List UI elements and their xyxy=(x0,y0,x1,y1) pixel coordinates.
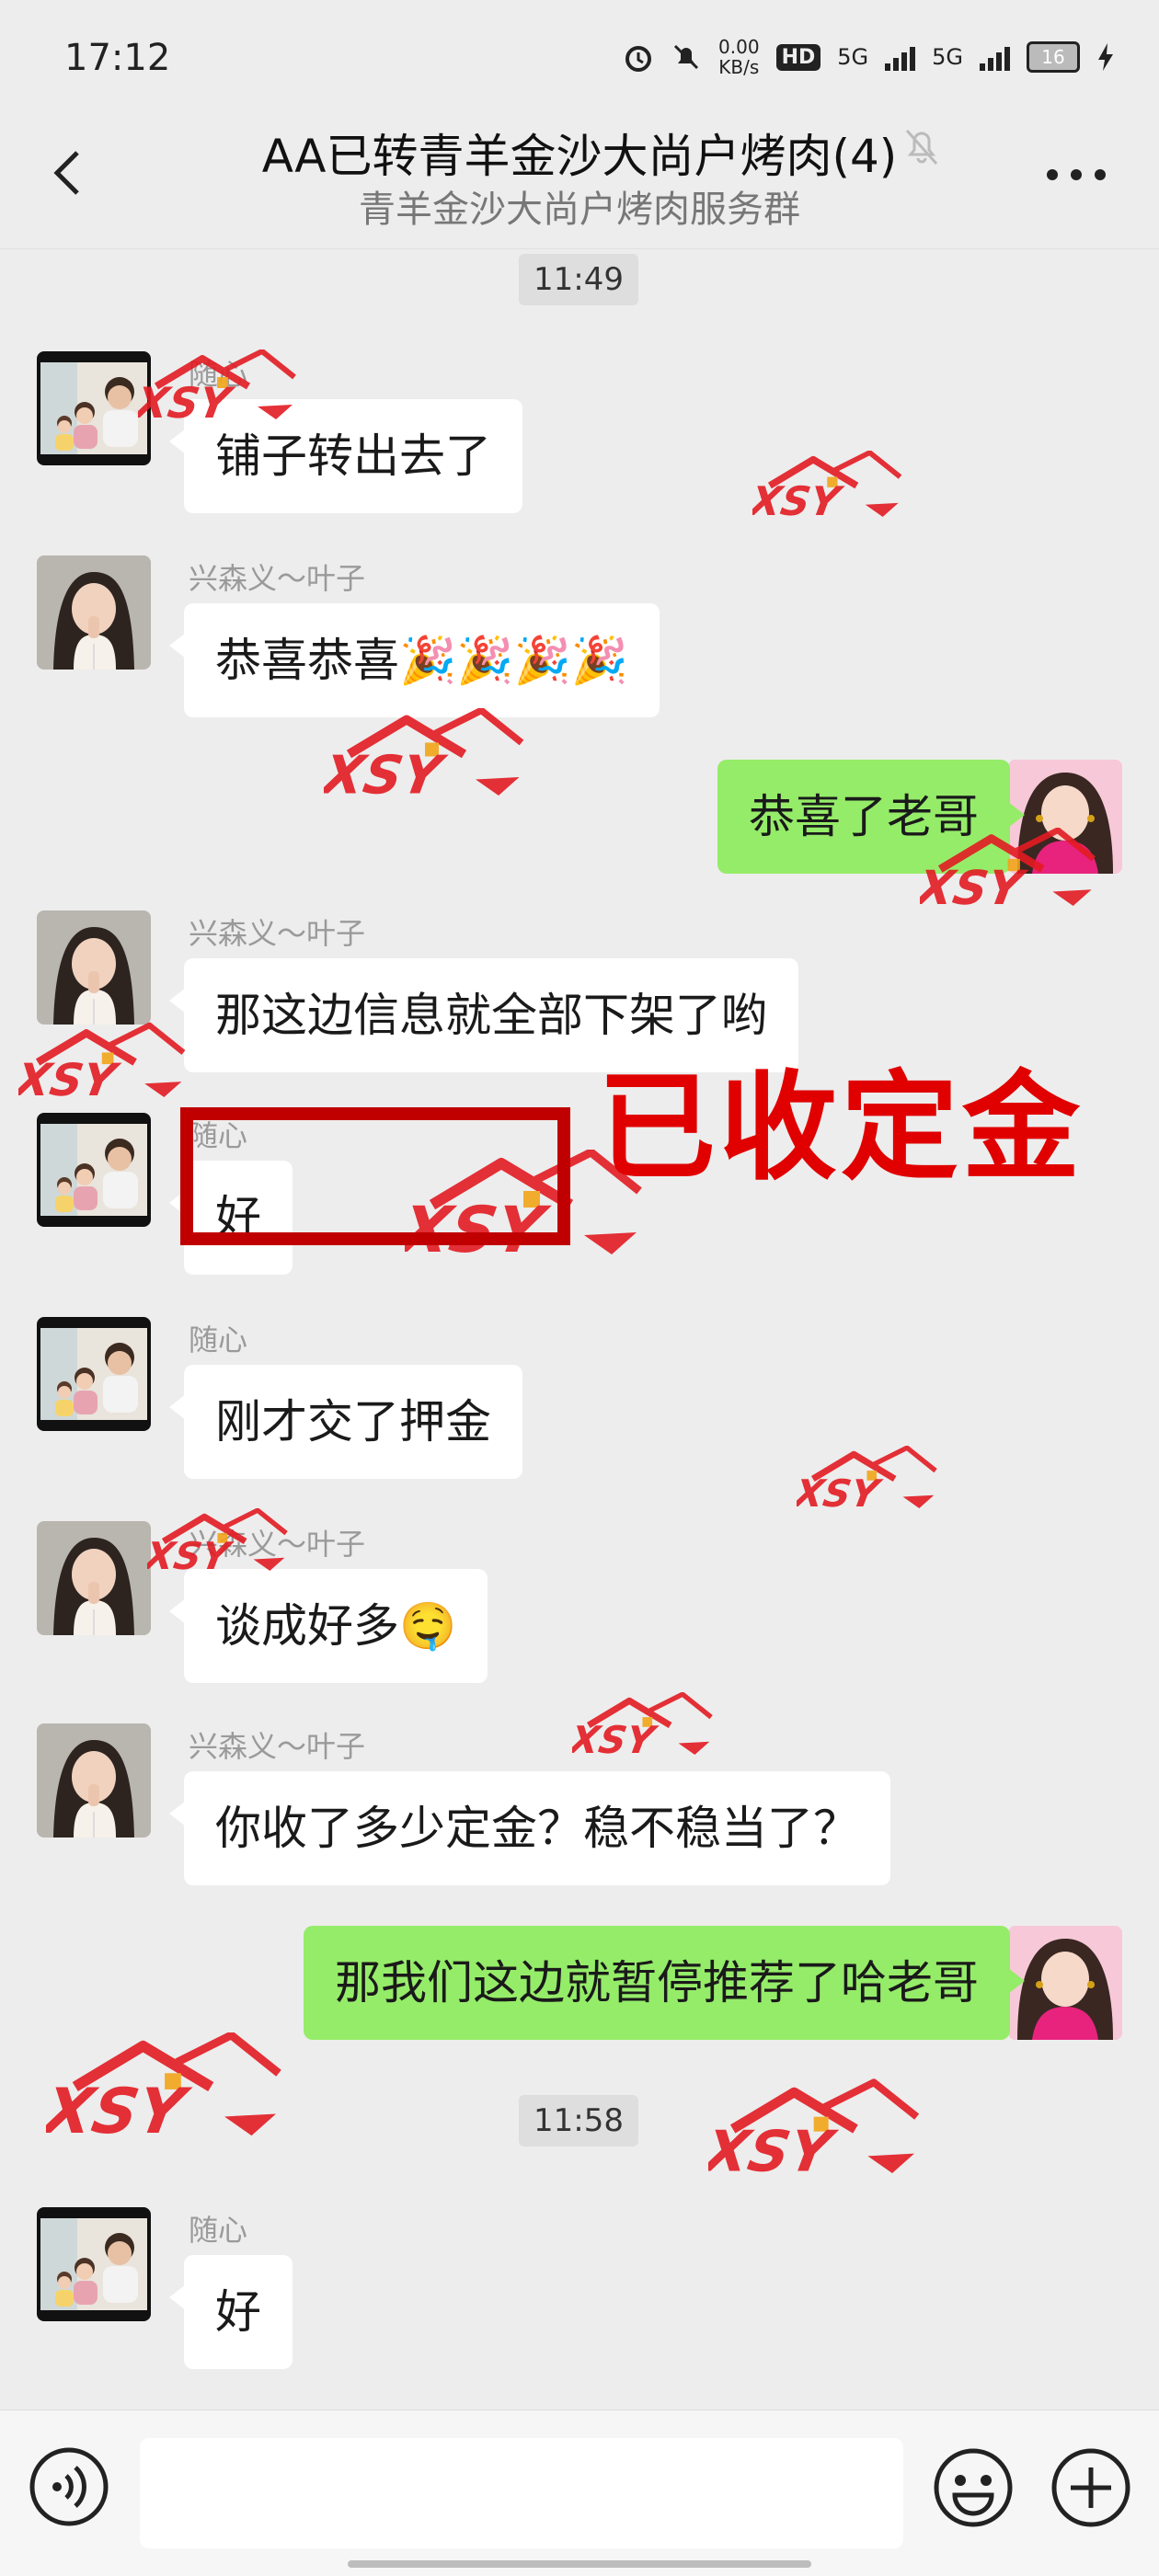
avatar-suixin[interactable] xyxy=(37,1317,151,1431)
muted-bell-icon xyxy=(905,130,938,165)
sim2-label: 5G xyxy=(932,44,963,70)
highlight-box xyxy=(180,1107,570,1245)
mute-notification-icon xyxy=(673,44,699,70)
sender-name: 兴森义～叶子 xyxy=(189,1729,366,1764)
chat-header: AA已转青羊金沙大尚户烤肉(4) 青羊金沙大尚户烤肉服务群 xyxy=(0,110,1159,249)
chat-subtitle: 青羊金沙大尚户烤肉服务群 xyxy=(359,189,800,231)
signal-icon-2 xyxy=(980,43,1010,71)
battery-level: 16 xyxy=(1041,46,1065,68)
home-indicator[interactable] xyxy=(348,2560,811,2568)
status-bar: 17:12 0.00 KB/s HD 5G 5G 16 xyxy=(0,0,1159,110)
message-bubble-self[interactable]: 恭喜了老哥 xyxy=(717,760,1010,874)
sender-name: 兴森义～叶子 xyxy=(189,1527,366,1562)
network-speed: 0.00 KB/s xyxy=(718,37,760,77)
message-bubble[interactable]: 恭喜恭喜🎉🎉🎉🎉 xyxy=(184,603,660,717)
timestamp: 11:49 xyxy=(519,254,638,305)
message-bubble[interactable]: 谈成好多🤤 xyxy=(184,1569,488,1683)
avatar-yezi[interactable] xyxy=(37,910,151,1025)
avatar-suixin[interactable] xyxy=(37,1113,151,1227)
annotation-text: 已收定金 xyxy=(598,1059,1084,1196)
hd-badge: HD xyxy=(775,43,821,71)
message-bubble[interactable]: 铺子转出去了 xyxy=(184,399,522,513)
sim1-label: 5G xyxy=(837,44,869,70)
avatar-yezi[interactable] xyxy=(37,1521,151,1635)
sender-name: 兴森义～叶子 xyxy=(189,561,366,596)
add-attachment-icon[interactable] xyxy=(1049,2445,1133,2530)
signal-icon xyxy=(885,43,916,71)
avatar-suixin[interactable] xyxy=(37,351,151,465)
avatar-self[interactable] xyxy=(1008,1926,1122,2040)
charging-icon xyxy=(1098,43,1113,71)
sender-name: 随心 xyxy=(189,2213,248,2248)
chat-area[interactable]: 11:49 随心 铺子转出去了 兴森义～叶子 恭喜恭喜🎉🎉🎉🎉 恭喜了老哥 兴森… xyxy=(0,248,1159,2410)
network-speed-unit: KB/s xyxy=(718,56,760,78)
network-speed-value: 0.00 xyxy=(718,36,760,58)
sender-name: 兴森义～叶子 xyxy=(189,916,366,951)
alarm-icon xyxy=(625,46,652,72)
message-input[interactable] xyxy=(140,2438,903,2548)
avatar-suixin[interactable] xyxy=(37,2207,151,2321)
timestamp: 11:58 xyxy=(519,2095,638,2147)
sender-name: 随心 xyxy=(189,1322,248,1357)
status-icons: 0.00 KB/s HD 5G 5G 16 xyxy=(623,37,1115,77)
message-bubble[interactable]: 刚才交了押金 xyxy=(184,1365,522,1479)
avatar-yezi[interactable] xyxy=(37,1723,151,1838)
voice-input-icon[interactable] xyxy=(28,2445,110,2528)
avatar-self[interactable] xyxy=(1008,760,1122,874)
emoji-icon[interactable] xyxy=(931,2445,1016,2530)
input-bar xyxy=(0,2410,1159,2576)
avatar-yezi[interactable] xyxy=(37,555,151,670)
battery-icon: 16 xyxy=(1027,41,1080,73)
message-bubble[interactable]: 你收了多少定金？稳不稳当了？ xyxy=(184,1771,890,1885)
message-bubble-self[interactable]: 那我们这边就暂停推荐了哈老哥 xyxy=(304,1926,1010,2040)
status-time: 17:12 xyxy=(64,37,171,79)
chat-title: AA已转青羊金沙大尚户烤肉(4) xyxy=(261,130,898,183)
sender-name: 随心 xyxy=(189,357,248,392)
more-options-icon[interactable] xyxy=(1039,161,1113,189)
message-bubble[interactable]: 好 xyxy=(184,2255,293,2369)
